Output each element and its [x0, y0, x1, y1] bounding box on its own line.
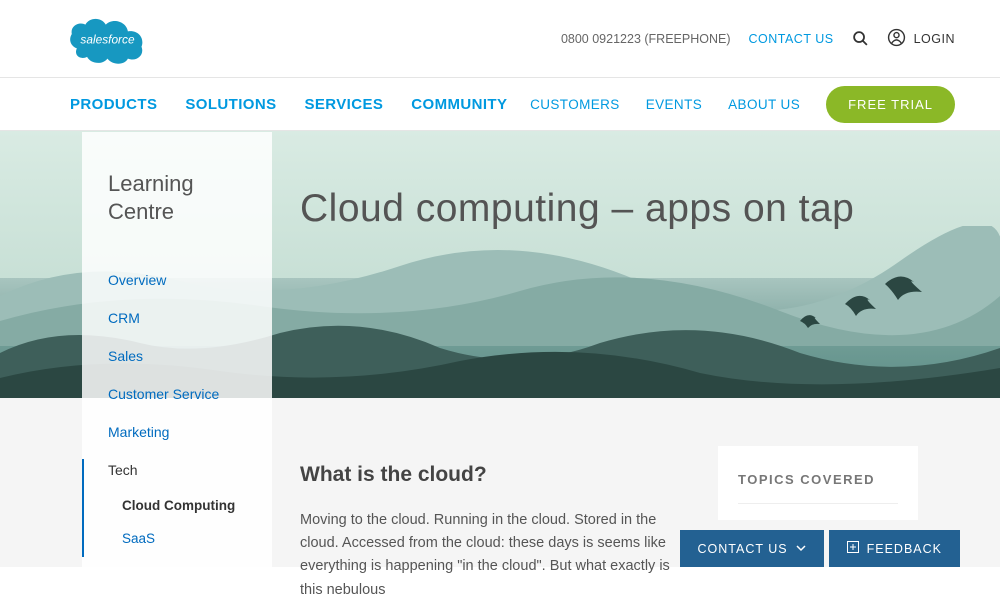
- contact-us-button[interactable]: CONTACT US: [680, 530, 824, 567]
- feedback-button[interactable]: FEEDBACK: [829, 530, 960, 567]
- sidebar-item-customer-service[interactable]: Customer Service: [108, 375, 246, 413]
- login-label: LOGIN: [914, 32, 955, 46]
- contact-us-button-label: CONTACT US: [698, 542, 788, 556]
- nav-secondary-group: CUSTOMERS EVENTS ABOUT US FREE TRIAL: [530, 86, 955, 123]
- main-nav: PRODUCTS SOLUTIONS SERVICES COMMUNITY CU…: [0, 78, 1000, 131]
- chevron-down-icon: [796, 542, 806, 556]
- contact-us-link[interactable]: CONTACT US: [748, 32, 833, 46]
- nav-customers[interactable]: CUSTOMERS: [530, 97, 620, 112]
- birds-icon: [790, 276, 930, 351]
- user-icon: [887, 28, 906, 50]
- topics-covered-title: TOPICS COVERED: [738, 472, 898, 504]
- sidebar-item-marketing[interactable]: Marketing: [108, 413, 246, 451]
- nav-solutions[interactable]: SOLUTIONS: [185, 96, 276, 113]
- feedback-button-label: FEEDBACK: [867, 542, 942, 556]
- nav-primary-group: PRODUCTS SOLUTIONS SERVICES COMMUNITY: [70, 96, 507, 113]
- nav-community[interactable]: COMMUNITY: [411, 96, 507, 113]
- utility-bar: salesforce 0800 0921223 (FREEPHONE) CONT…: [0, 0, 1000, 78]
- sidebar-title: Learning Centre: [108, 170, 246, 225]
- bottom-buttons: CONTACT US FEEDBACK: [680, 530, 961, 567]
- login-link[interactable]: LOGIN: [887, 28, 955, 50]
- page-title: Cloud computing – apps on tap: [300, 187, 854, 231]
- article-body: Moving to the cloud. Running in the clou…: [300, 509, 680, 602]
- sidebar: Learning Centre Overview CRM Sales Custo…: [82, 132, 272, 567]
- nav-about-us[interactable]: ABOUT US: [728, 97, 800, 112]
- feedback-plus-icon: [847, 541, 859, 556]
- svg-text:salesforce: salesforce: [80, 32, 135, 46]
- sidebar-sub-tech: Cloud Computing SaaS: [108, 489, 246, 555]
- free-trial-button[interactable]: FREE TRIAL: [826, 86, 955, 123]
- nav-products[interactable]: PRODUCTS: [70, 96, 157, 113]
- sidebar-item-sales[interactable]: Sales: [108, 337, 246, 375]
- sidebar-item-tech[interactable]: Tech: [108, 451, 246, 489]
- utility-right: 0800 0921223 (FREEPHONE) CONTACT US LOGI…: [561, 28, 955, 50]
- nav-events[interactable]: EVENTS: [646, 97, 702, 112]
- salesforce-logo[interactable]: salesforce: [65, 11, 150, 67]
- nav-services[interactable]: SERVICES: [304, 96, 383, 113]
- sidebar-item-overview[interactable]: Overview: [108, 261, 246, 299]
- topics-covered-box: TOPICS COVERED: [718, 446, 918, 520]
- sidebar-item-cloud-computing[interactable]: Cloud Computing: [122, 489, 246, 522]
- phone-number: 0800 0921223 (FREEPHONE): [561, 32, 731, 46]
- sidebar-item-saas[interactable]: SaaS: [122, 522, 246, 555]
- search-icon[interactable]: [852, 30, 869, 47]
- sidebar-item-crm[interactable]: CRM: [108, 299, 246, 337]
